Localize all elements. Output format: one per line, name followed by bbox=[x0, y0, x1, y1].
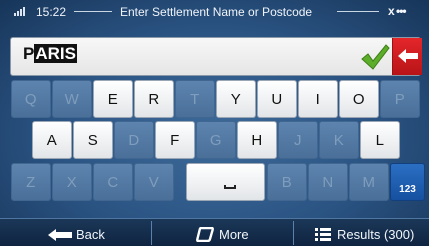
key-w: W bbox=[52, 80, 92, 118]
key-s[interactable]: S bbox=[73, 121, 113, 159]
list-icon bbox=[315, 228, 331, 241]
results-button[interactable]: Results (300) bbox=[294, 222, 429, 246]
backspace-arrow-icon bbox=[398, 49, 418, 63]
key-d: D bbox=[114, 121, 154, 159]
key-u[interactable]: U bbox=[257, 80, 297, 118]
space-icon bbox=[224, 185, 236, 189]
numeric-keyboard-button[interactable]: 123 bbox=[390, 163, 425, 201]
more-label: More bbox=[219, 227, 249, 242]
key-h[interactable]: H bbox=[237, 121, 277, 159]
key-y[interactable]: Y bbox=[216, 80, 256, 118]
key-k: K bbox=[319, 121, 359, 159]
key-f[interactable]: F bbox=[155, 121, 195, 159]
key-g: G bbox=[196, 121, 236, 159]
key-o[interactable]: O bbox=[339, 80, 379, 118]
status-divider bbox=[74, 11, 112, 12]
status-divider bbox=[337, 11, 379, 12]
page-title: Enter Settlement Name or Postcode bbox=[120, 5, 313, 19]
key-c: C bbox=[93, 163, 133, 201]
key-p: P bbox=[380, 80, 420, 118]
more-button[interactable]: More bbox=[152, 222, 292, 246]
key-n: N bbox=[308, 163, 348, 201]
space-key[interactable] bbox=[186, 163, 265, 201]
arrow-left-icon bbox=[48, 229, 72, 241]
key-v: V bbox=[134, 163, 174, 201]
back-button[interactable]: Back bbox=[0, 222, 150, 246]
key-q: Q bbox=[11, 80, 51, 118]
back-label: Back bbox=[76, 227, 105, 242]
autocomplete-suggestion: ARIS bbox=[34, 44, 77, 63]
signal-icon bbox=[14, 7, 28, 16]
typed-text: P bbox=[23, 44, 35, 63]
results-label: Results (300) bbox=[337, 227, 415, 242]
status-time: 15:22 bbox=[36, 5, 67, 19]
search-input[interactable]: PARIS bbox=[10, 37, 422, 76]
key-m: M bbox=[349, 163, 389, 201]
status-bar: 15:22 Enter Settlement Name or Postcode … bbox=[0, 0, 429, 24]
key-t: T bbox=[175, 80, 215, 118]
key-x: X bbox=[52, 163, 92, 201]
key-e[interactable]: E bbox=[93, 80, 133, 118]
navigation-screen: 15:22 Enter Settlement Name or Postcode … bbox=[0, 0, 429, 246]
backspace-button[interactable] bbox=[392, 38, 422, 75]
rounded-square-icon bbox=[196, 227, 214, 242]
key-z: Z bbox=[11, 163, 51, 201]
bottom-bar: Back More Results (300) bbox=[0, 218, 429, 246]
checkmark-icon[interactable] bbox=[359, 42, 391, 72]
key-l[interactable]: L bbox=[360, 121, 400, 159]
key-b: B bbox=[267, 163, 307, 201]
key-a[interactable]: A bbox=[32, 121, 72, 159]
key-r[interactable]: R bbox=[134, 80, 174, 118]
gps-status-icon: x ••• bbox=[388, 4, 407, 18]
search-input-text: PARIS bbox=[23, 43, 77, 65]
key-i[interactable]: I bbox=[298, 80, 338, 118]
key-j: J bbox=[278, 121, 318, 159]
